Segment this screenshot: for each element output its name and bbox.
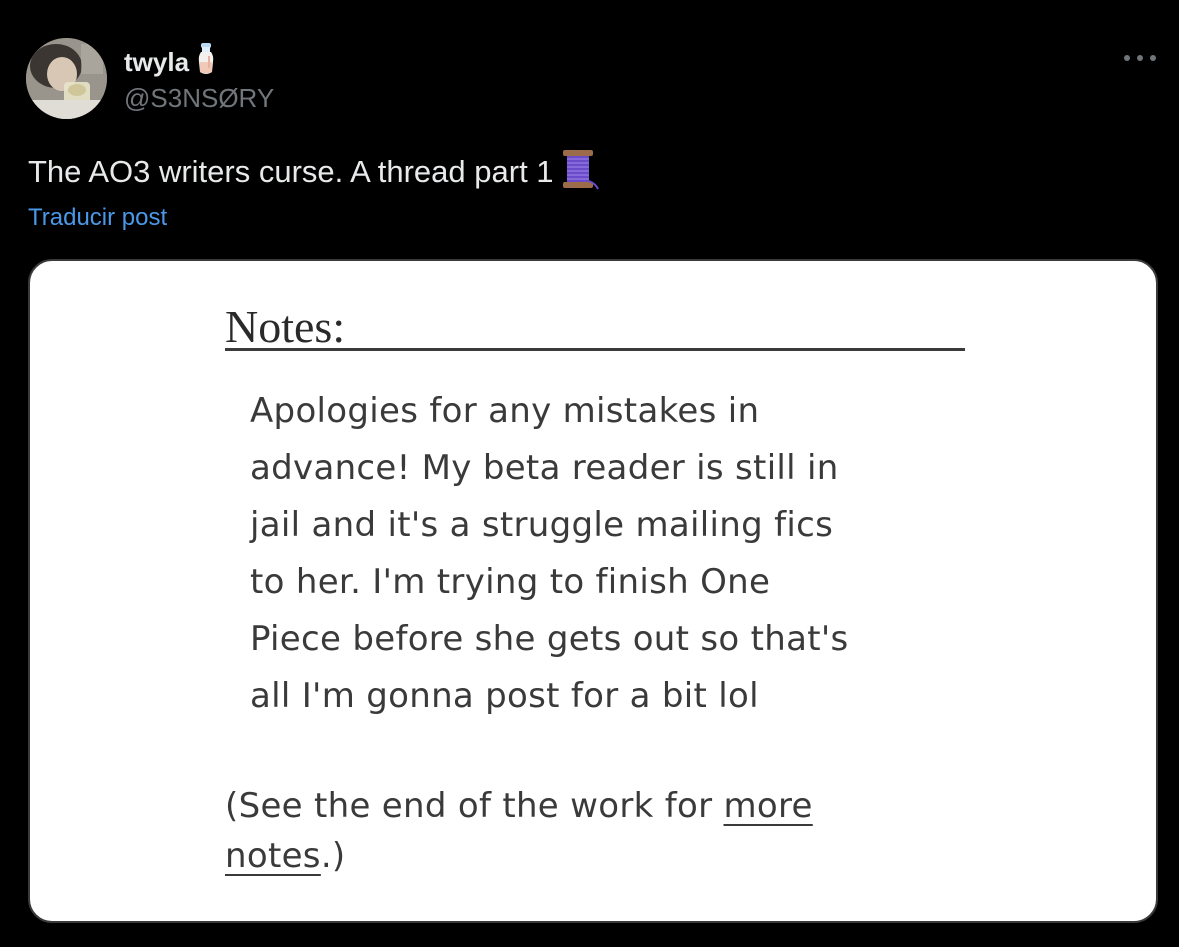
notes-link: notes bbox=[225, 836, 321, 876]
notes-heading: Notes: bbox=[225, 301, 346, 352]
more-options-button[interactable] bbox=[1118, 42, 1162, 74]
notes-body: Apologies for any mistakes in advance! M… bbox=[250, 391, 849, 716]
avatar[interactable] bbox=[26, 38, 107, 119]
display-name[interactable]: twyla bbox=[124, 46, 189, 78]
tweet-text: The AO3 writers curse. A thread part 1 bbox=[28, 153, 554, 189]
see-end-notes: (See the end of the work for more notes.) bbox=[225, 781, 945, 881]
more-horizontal-icon bbox=[1124, 55, 1156, 61]
author-handle[interactable]: @S3NSØRY bbox=[124, 82, 274, 114]
tweet: twyla @S3NSØRY The AO3 writers curse. A … bbox=[0, 0, 1179, 947]
post-image[interactable]: Notes: Apologies for any mistakes in adv… bbox=[28, 259, 1158, 923]
avatar-image bbox=[26, 38, 107, 119]
tweet-text-row: The AO3 writers curse. A thread part 1 bbox=[28, 148, 600, 195]
notes-divider bbox=[225, 348, 965, 351]
milk-bottle-icon bbox=[195, 42, 217, 81]
translate-post-link[interactable]: Traducir post bbox=[28, 202, 167, 234]
thread-spool-icon bbox=[560, 148, 600, 195]
see-end-suffix: .) bbox=[320, 836, 346, 876]
more-link: more bbox=[723, 786, 813, 826]
see-end-prefix: (See the end of the work for bbox=[225, 786, 724, 826]
author-row: twyla bbox=[124, 42, 217, 81]
